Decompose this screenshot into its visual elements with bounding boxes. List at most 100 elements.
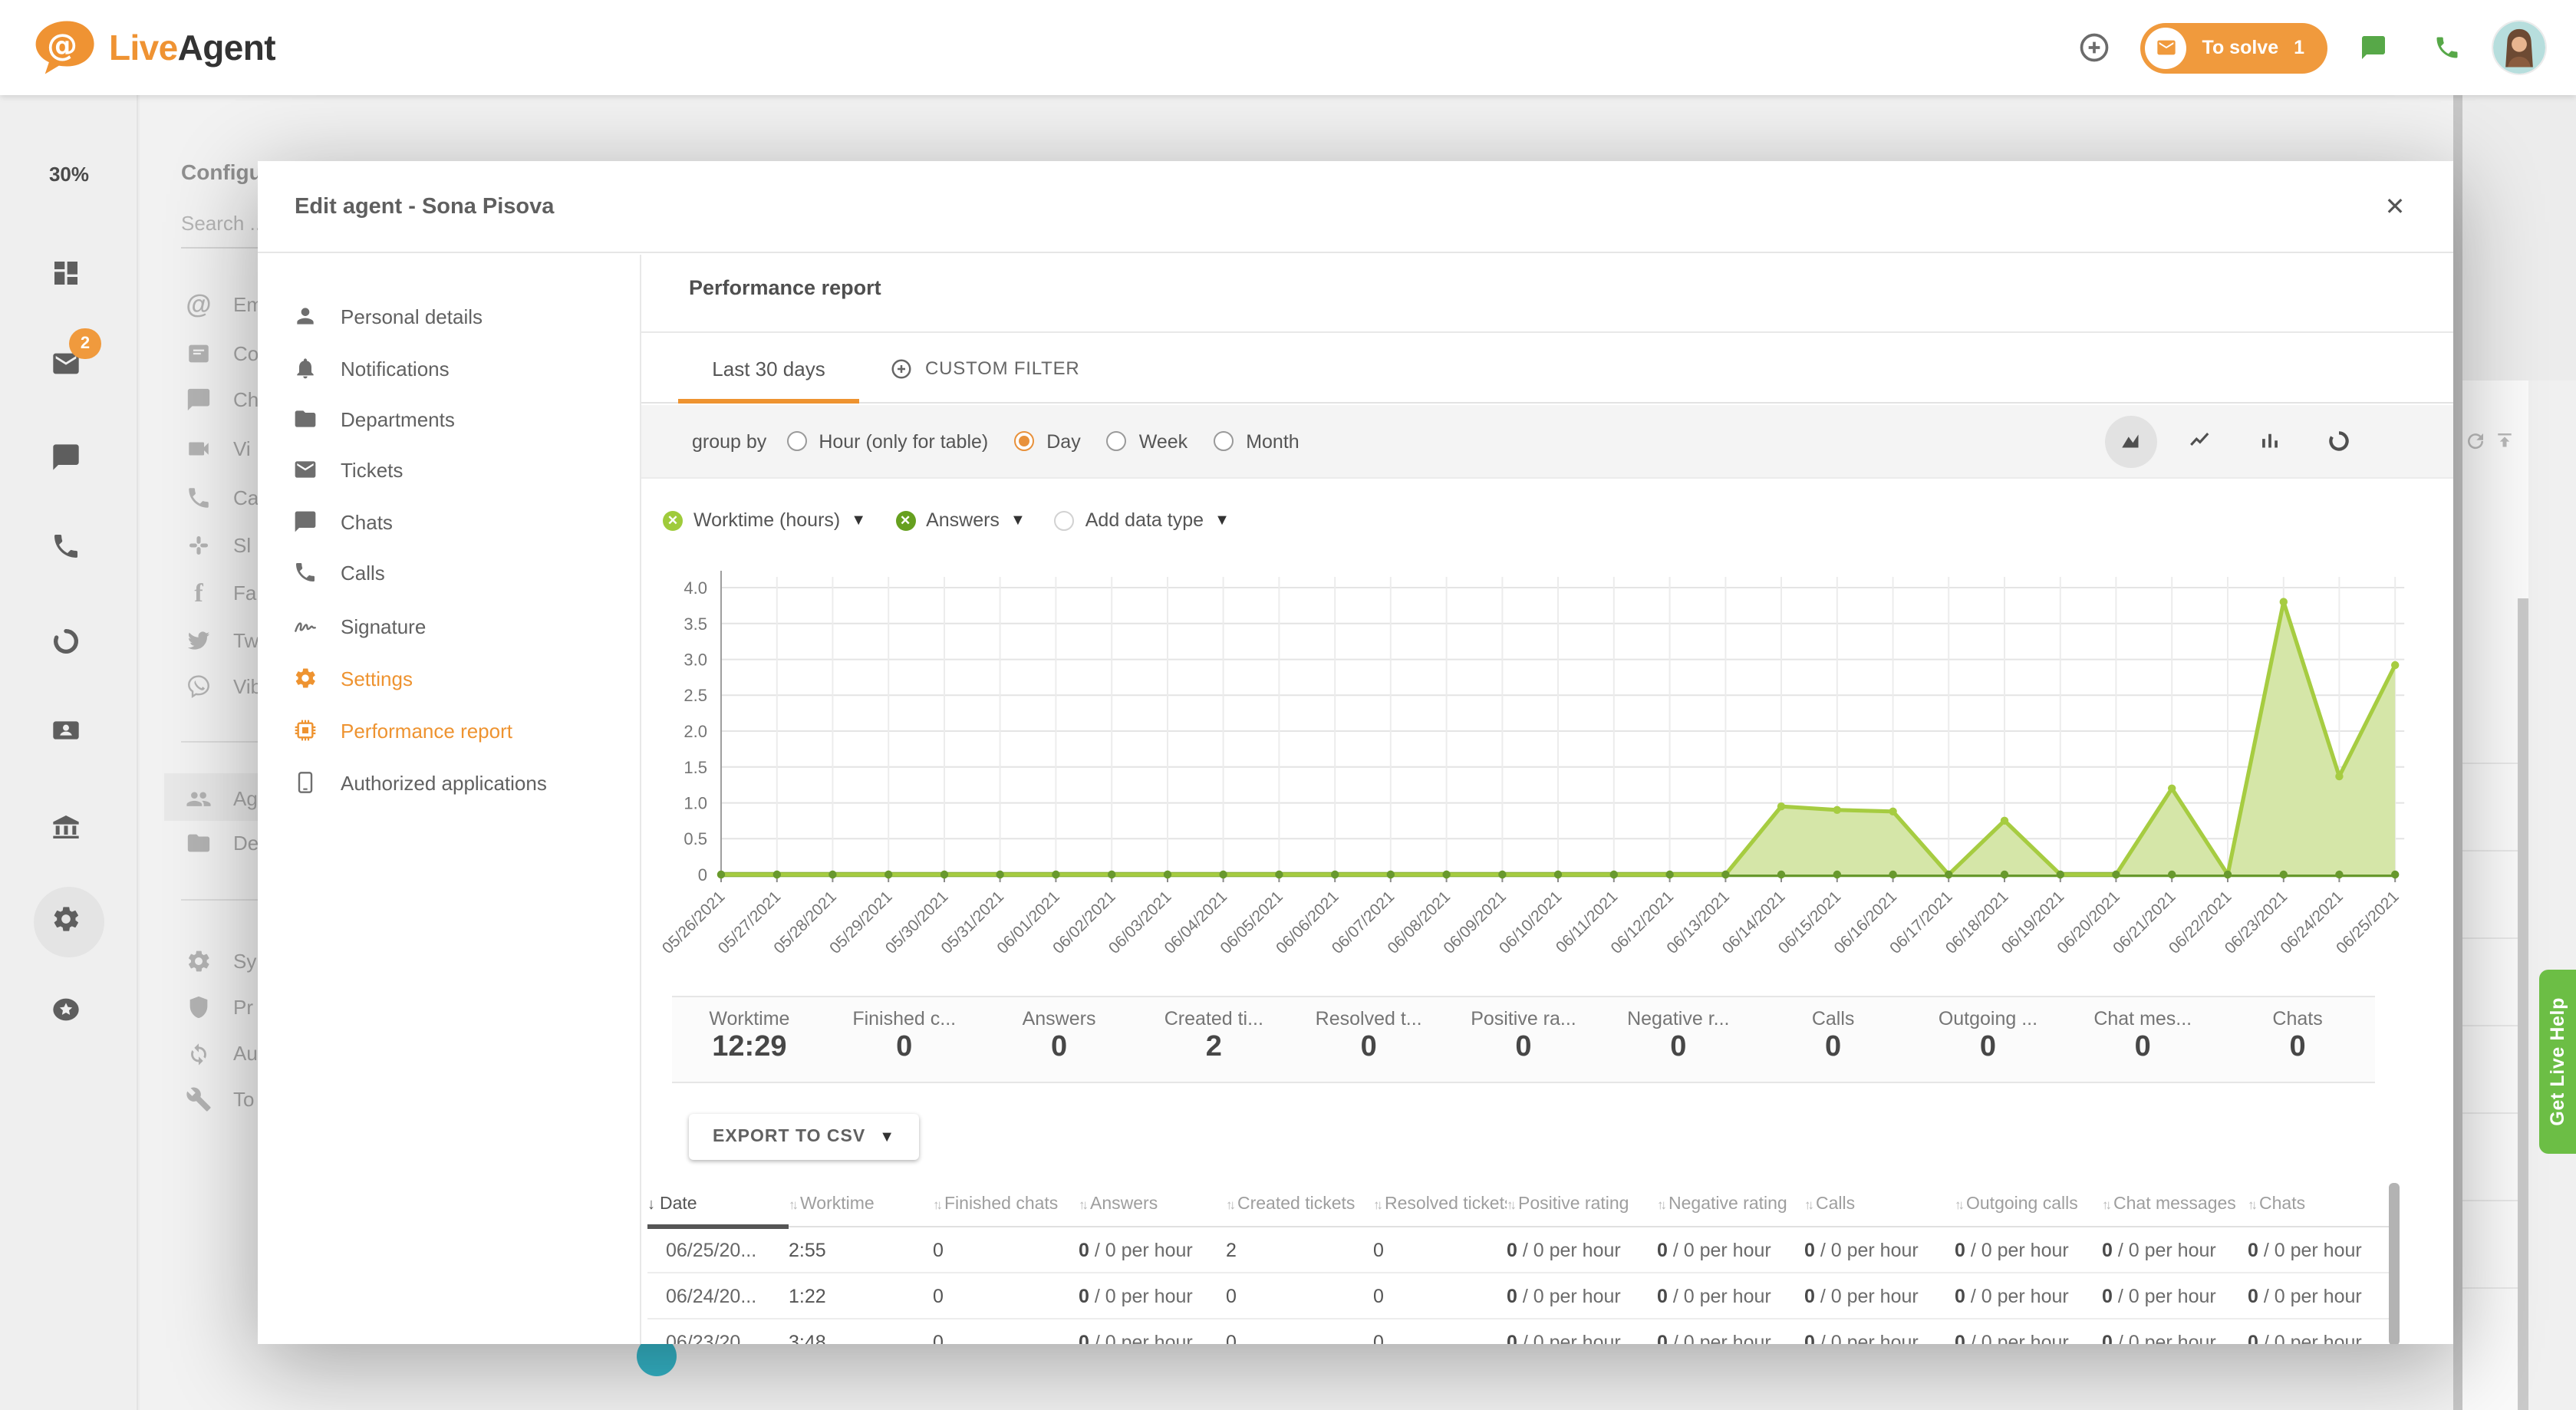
rail-item-phone[interactable] xyxy=(51,531,87,568)
config-item-fa[interactable]: fFa xyxy=(186,577,256,608)
summary-calls: Calls0 xyxy=(1756,997,1911,1082)
radio-icon[interactable] xyxy=(786,431,806,451)
config-item-to[interactable]: To xyxy=(186,1083,254,1114)
remove-series-icon[interactable]: ✕ xyxy=(663,510,683,530)
summary-finishedc: Finished c...0 xyxy=(827,997,982,1082)
rail-item-loader[interactable] xyxy=(51,626,87,663)
config-item-ca[interactable]: Ca xyxy=(186,482,259,512)
table-cell: 0 / 0 per hour xyxy=(2248,1285,2389,1306)
rail-item-star-badge[interactable] xyxy=(51,994,87,1031)
menu-item-tickets[interactable]: Tickets xyxy=(293,451,403,488)
remove-series-icon[interactable]: ✕ xyxy=(895,510,915,530)
config-item-sl[interactable]: Sl xyxy=(186,529,251,560)
chats-button[interactable] xyxy=(2346,20,2401,75)
column-header-created-tickets[interactable]: ↑↓Created tickets xyxy=(1226,1195,1373,1214)
config-item-sy[interactable]: Sy xyxy=(186,945,256,976)
table-row[interactable]: 06/25/20...2:5500 / 0 per hour200 / 0 pe… xyxy=(647,1227,2389,1273)
rail-item-contact-card[interactable] xyxy=(51,715,87,752)
chart-type-bar-chart[interactable] xyxy=(2243,415,2295,467)
column-header-resolved-tickets[interactable]: ↑↓Resolved tickets xyxy=(1373,1195,1507,1214)
upload-icon[interactable] xyxy=(2493,430,2516,460)
menu-item-authorized-applications[interactable]: Authorized applications xyxy=(293,764,547,801)
config-item-ch[interactable]: Ch xyxy=(186,384,259,414)
get-live-help-tab[interactable]: Get Live Help xyxy=(2539,970,2576,1154)
sort-icon: ↑↓ xyxy=(1955,1197,1962,1212)
menu-item-chats[interactable]: Chats xyxy=(293,503,393,540)
table-row[interactable]: 06/24/20...1:2200 / 0 per hour000 / 0 pe… xyxy=(647,1273,2389,1319)
calls-button[interactable] xyxy=(2420,20,2475,75)
page-scrollbar[interactable] xyxy=(2453,95,2462,1410)
group-by-option-day[interactable]: Day xyxy=(1014,430,1080,452)
column-header-calls[interactable]: ↑↓Calls xyxy=(1804,1195,1955,1214)
menu-item-calls[interactable]: Calls xyxy=(293,554,385,591)
group-by-option-month[interactable]: Month xyxy=(1214,430,1300,452)
config-item-ag[interactable]: Ag xyxy=(186,782,258,813)
column-header-date[interactable]: ↓Date xyxy=(647,1195,789,1214)
radio-icon[interactable] xyxy=(1014,431,1034,451)
column-header-worktime[interactable]: ↑↓Worktime xyxy=(789,1195,933,1214)
summary-label: Calls xyxy=(1756,1008,1911,1029)
bg-panel-scrollbar[interactable] xyxy=(2518,598,2528,1410)
summary-label: Worktime xyxy=(672,1008,827,1029)
caret-down-icon[interactable]: ▼ xyxy=(851,512,866,529)
export-to-csv-button[interactable]: EXPORT TO CSV▼ xyxy=(689,1114,919,1160)
column-header-answers[interactable]: ↑↓Answers xyxy=(1079,1195,1226,1214)
config-item-vi[interactable]: Vi xyxy=(186,433,251,463)
column-header-finished-chats[interactable]: ↑↓Finished chats xyxy=(933,1195,1079,1214)
caret-down-icon[interactable]: ▼ xyxy=(1214,512,1230,529)
config-item-co[interactable]: Co xyxy=(186,338,259,368)
menu-item-performance-report[interactable]: Performance report xyxy=(293,712,512,749)
radio-icon[interactable] xyxy=(1107,431,1127,451)
config-item-au[interactable]: Au xyxy=(186,1037,258,1068)
chart-type-donut-chart[interactable] xyxy=(2312,415,2364,467)
config-item-de[interactable]: De xyxy=(186,827,259,858)
add-series-icon[interactable] xyxy=(1055,510,1075,530)
rail-item-bank[interactable] xyxy=(51,812,87,848)
chip-worktime-hours-[interactable]: ✕Worktime (hours)▼ xyxy=(663,509,866,531)
close-icon[interactable]: ✕ xyxy=(2373,185,2416,228)
chart-type-area-chart[interactable] xyxy=(2105,415,2157,467)
menu-item-personal-details[interactable]: Personal details xyxy=(293,298,483,334)
config-item-vib[interactable]: Vib xyxy=(186,670,262,701)
caret-down-icon[interactable]: ▼ xyxy=(1010,512,1026,529)
column-label: Negative rating xyxy=(1668,1195,1787,1214)
config-item-tw[interactable]: Tw xyxy=(186,624,259,655)
rail-item-gear[interactable] xyxy=(51,904,87,941)
chart-type-line-chart[interactable] xyxy=(2174,415,2226,467)
config-item-pr[interactable]: Pr xyxy=(186,991,253,1022)
menu-item-settings[interactable]: Settings xyxy=(293,660,413,697)
chip-add-data-type[interactable]: Add data type▼ xyxy=(1055,509,1230,531)
menu-item-notifications[interactable]: Notifications xyxy=(293,350,450,387)
rail-item-mail[interactable]: 2 xyxy=(51,348,87,385)
search-input[interactable]: Search ... xyxy=(181,212,266,235)
column-header-outgoing-calls[interactable]: ↑↓Outgoing calls xyxy=(1955,1195,2102,1214)
chat-icon xyxy=(293,509,318,534)
user-avatar[interactable] xyxy=(2493,21,2545,74)
twitter-icon xyxy=(186,627,212,653)
viber-icon xyxy=(186,673,212,699)
add-new-button[interactable] xyxy=(2067,20,2123,75)
menu-item-departments[interactable]: Departments xyxy=(293,400,455,437)
column-header-negative-rating[interactable]: ↑↓Negative rating xyxy=(1657,1195,1804,1214)
tab-last-30-days[interactable]: Last 30 days xyxy=(678,333,859,404)
refresh-icon[interactable] xyxy=(2464,430,2487,460)
config-item-em[interactable]: @Em xyxy=(186,288,263,319)
table-cell: 0 xyxy=(933,1331,1079,1344)
rail-item-chat[interactable] xyxy=(51,442,87,479)
table-scrollbar[interactable] xyxy=(2389,1183,2400,1344)
group-by-option-hour[interactable]: Hour (only for table) xyxy=(786,430,988,452)
radio-icon[interactable] xyxy=(1214,431,1234,451)
column-header-positive-rating[interactable]: ↑↓Positive rating xyxy=(1507,1195,1657,1214)
column-header-chat-messages[interactable]: ↑↓Chat messages xyxy=(2102,1195,2248,1214)
menu-item-label: Tickets xyxy=(341,458,403,481)
star-badge-icon xyxy=(51,994,81,1025)
to-solve-button[interactable]: To solve 1 xyxy=(2141,22,2327,73)
table-row[interactable]: 06/23/20...3:4800 / 0 per hour000 / 0 pe… xyxy=(647,1319,2389,1344)
chip-answers[interactable]: ✕Answers▼ xyxy=(895,509,1026,531)
tab-custom-filter[interactable]: CUSTOM FILTER xyxy=(890,333,1080,404)
column-header-chats[interactable]: ↑↓Chats xyxy=(2248,1195,2389,1214)
menu-item-signature[interactable]: Signature xyxy=(293,608,426,644)
group-by-option-week[interactable]: Week xyxy=(1107,430,1188,452)
svg-text:3.5: 3.5 xyxy=(684,614,707,634)
rail-item-dashboard[interactable] xyxy=(51,258,87,295)
